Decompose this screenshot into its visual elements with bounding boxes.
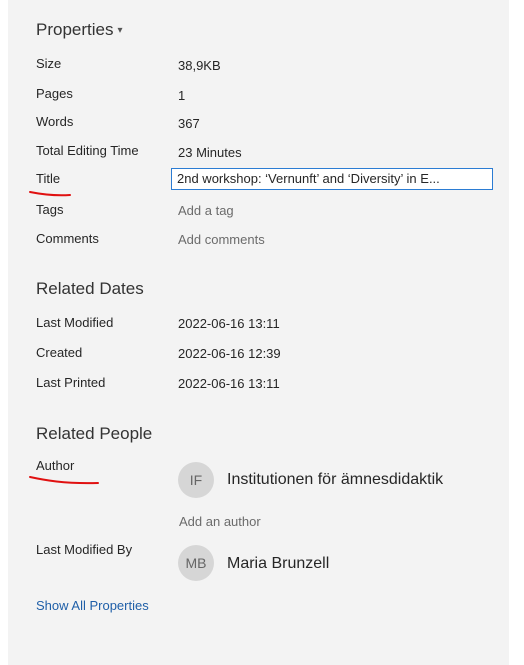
total-editing-time-value: 23 Minutes [178, 145, 242, 160]
show-all-properties-link[interactable]: Show All Properties [36, 598, 149, 613]
properties-heading[interactable]: Properties ▾ [36, 20, 123, 40]
created-value: 2022-06-16 12:39 [178, 346, 281, 361]
author-avatar[interactable]: IF [178, 462, 214, 498]
modifier-avatar[interactable]: MB [178, 545, 214, 581]
tags-label: Tags [36, 202, 64, 217]
last-modified-label: Last Modified [36, 315, 114, 330]
last-modified-by-label: Last Modified By [36, 542, 133, 557]
created-label: Created [36, 345, 83, 360]
last-printed-label: Last Printed [36, 375, 106, 390]
modifier-name[interactable]: Maria Brunzell [227, 555, 329, 573]
last-printed-value: 2022-06-16 13:11 [178, 376, 280, 391]
add-comments-field[interactable]: Add comments [178, 232, 265, 247]
related-dates-heading: Related Dates [36, 279, 144, 298]
chevron-down-icon: ▾ [117, 25, 123, 37]
add-author-link[interactable]: Add an author [179, 514, 261, 529]
author-name[interactable]: Institutionen för ämnesdidaktik [227, 471, 443, 489]
words-label: Words [36, 114, 74, 129]
comments-label: Comments [36, 231, 99, 246]
title-label: Title [36, 171, 61, 186]
related-people-heading: Related People [36, 424, 153, 443]
last-modified-value: 2022-06-16 13:11 [178, 316, 280, 331]
title-field[interactable]: 2nd workshop: ‘Vernunft’ and ‘Diversity’… [171, 168, 493, 190]
size-label: Size [36, 56, 62, 71]
pages-value: 1 [178, 88, 186, 103]
red-underline-author-mark [29, 476, 99, 485]
size-value: 38,9KB [178, 58, 221, 73]
pages-label: Pages [36, 86, 73, 101]
properties-title: Properties [36, 20, 114, 39]
total-editing-time-label: Total Editing Time [36, 143, 139, 158]
add-tag-field[interactable]: Add a tag [178, 203, 234, 218]
words-value: 367 [178, 116, 200, 131]
author-label: Author [36, 458, 75, 473]
red-underline-title-mark [29, 191, 71, 197]
